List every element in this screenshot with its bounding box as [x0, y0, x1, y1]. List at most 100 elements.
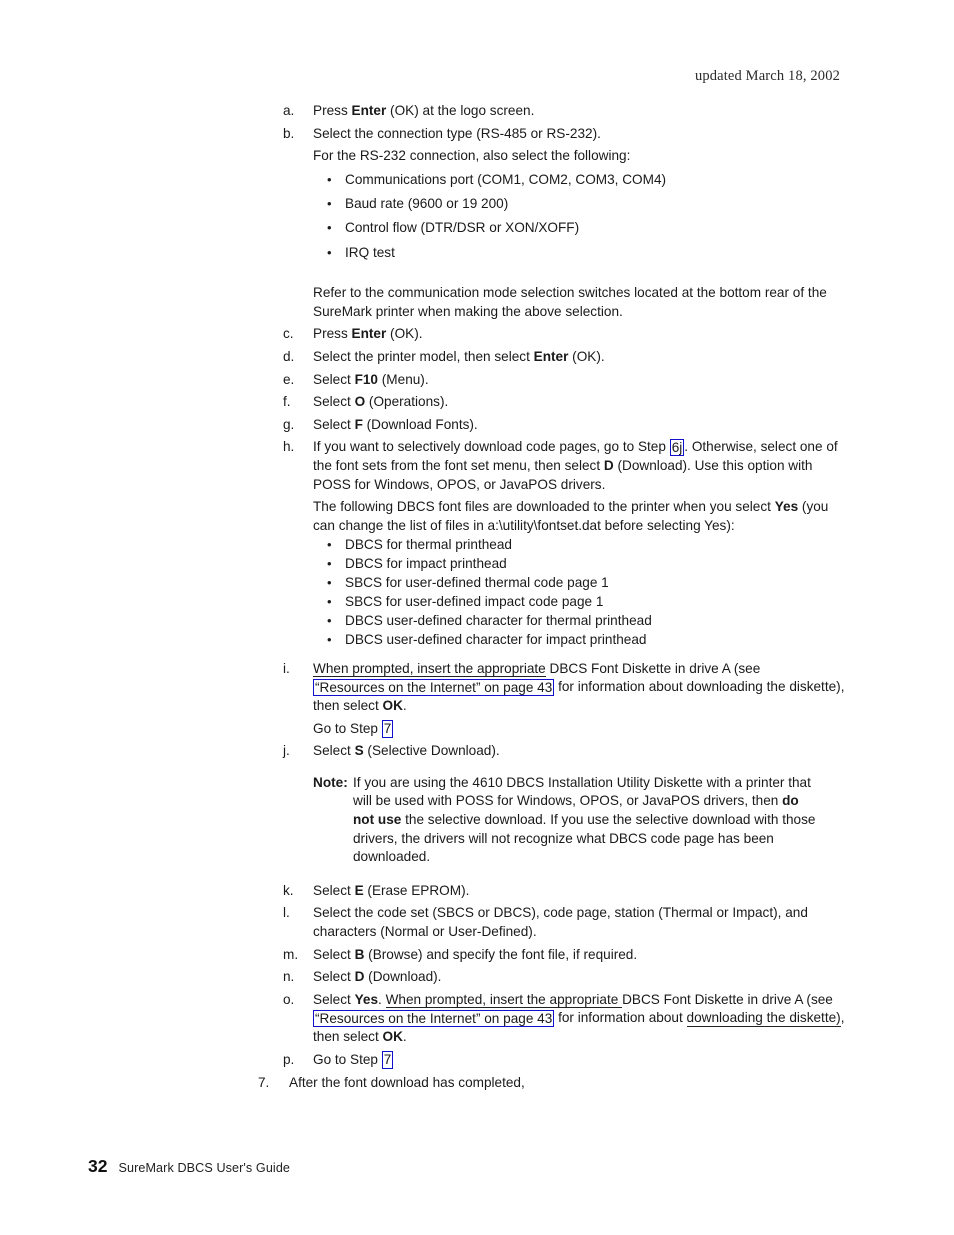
bullet-dot-icon: • — [327, 632, 332, 648]
refer-paragraph: Refer to the communication mode selectio… — [0, 284, 954, 321]
link-step-6j[interactable]: 6j — [669, 438, 685, 457]
text-o-5: for information about — [554, 1010, 687, 1026]
keyword-d-n: D — [354, 969, 365, 985]
list-item-f: f. Select O (Operations). — [0, 393, 954, 412]
bullet-dot-icon: • — [327, 172, 332, 188]
list-item-e-text: Select F10 (Menu). — [313, 371, 850, 390]
list-item-j-text: Select S (Selective Download). — [313, 742, 850, 761]
link-resources-on-the-internet[interactable]: “Resources on the Internet” on page 43 — [313, 1009, 555, 1028]
text-g-1: Select — [313, 416, 355, 432]
list-item-i-goto-text: Go to Step 7 — [313, 720, 394, 739]
markup-underline-annotation: When prompted, insert the appropriate — [385, 991, 623, 1009]
list-marker-o: o. — [283, 991, 295, 1007]
bullet-dot-icon: • — [327, 555, 332, 571]
list-marker-i: i. — [283, 660, 290, 676]
list-marker-n: n. — [283, 969, 295, 985]
text-c-1: Press — [313, 326, 352, 342]
list-marker-f: f. — [283, 394, 291, 410]
list-marker-h: h. — [283, 439, 295, 455]
list-item-7-text: After the font download has completed, — [289, 1074, 525, 1090]
bullet-item: • DBCS for thermal printhead — [0, 536, 954, 555]
bullet-label: DBCS for thermal printhead — [345, 536, 512, 552]
text-o-8: . — [402, 1028, 407, 1044]
text-i-goto-1: Go to Step — [313, 720, 382, 736]
text-n-1: Select — [313, 969, 355, 985]
list-item-j: j. Select S (Selective Download). — [0, 742, 954, 761]
bullet-label: DBCS for impact printhead — [345, 555, 507, 571]
list-item-d-text: Select the printer model, then select En… — [313, 348, 850, 367]
text-k-1: Select — [313, 882, 355, 898]
page-footer: 32 SureMark DBCS User's Guide — [88, 1156, 290, 1177]
bullet-item: • Baud rate (9600 or 19 200) — [0, 195, 954, 214]
note-label: Note: — [313, 774, 348, 790]
text-note-2: the selective download. If you use the s… — [353, 812, 816, 865]
bullet-item: • DBCS user-defined character for therma… — [0, 612, 954, 631]
text-d-2: (OK). — [568, 348, 605, 364]
list-marker-a: a. — [283, 103, 295, 118]
list-item-d: d. Select the printer model, then select… — [0, 348, 954, 367]
text-j-2: (Selective Download). — [363, 743, 500, 759]
bullet-label: Communications port (COM1, COM2, COM3, C… — [345, 172, 667, 188]
text-e-2: (Menu). — [378, 371, 429, 387]
list-item-a: a. Press Enter (OK) at the logo screen. — [0, 102, 954, 121]
list-marker-k: k. — [283, 882, 294, 898]
list-item-l: l. Select the code set (SBCS or DBCS), c… — [0, 904, 954, 941]
bullet-dot-icon: • — [327, 574, 332, 590]
bullet-dot-icon: • — [327, 244, 332, 260]
list-marker-g: g. — [283, 416, 295, 432]
list-marker-m: m. — [283, 946, 299, 962]
text-m-1: Select — [313, 946, 355, 962]
link-step-7-p[interactable]: 7 — [381, 1051, 394, 1069]
list-item-k-text: Select E (Erase EPROM). — [313, 882, 850, 901]
text-m-2: (Browse) and specify the font file, if r… — [364, 946, 638, 962]
keyword-enter-a: Enter — [351, 103, 387, 118]
keyword-s: S — [354, 743, 364, 759]
list-item-c-text: Press Enter (OK). — [313, 325, 850, 344]
bullet-item: • Control flow (DTR/DSR or XON/XOFF) — [0, 219, 954, 238]
keyword-ok-i: OK — [382, 698, 403, 714]
bullet-label: Baud rate (9600 or 19 200) — [345, 196, 509, 212]
bullet-item: • IRQ test — [0, 244, 954, 263]
text-p-1: Go to Step — [313, 1051, 382, 1067]
document-page: updated March 18, 2002 a. Press Enter (O… — [0, 0, 954, 1235]
link-resources-on-the-internet[interactable]: “Resources on the Internet” on page 43 — [313, 678, 555, 697]
bullet-item: • DBCS user-defined character for impact… — [0, 631, 954, 650]
bullet-dot-icon: • — [327, 594, 332, 610]
bullet-label: DBCS user-defined character for impact p… — [345, 632, 647, 648]
list-item-h: h. If you want to selectively download c… — [0, 438, 954, 494]
bullet-dot-icon: • — [327, 220, 332, 236]
list-item-b-continuation-text: For the RS-232 connection, also select t… — [313, 148, 631, 164]
keyword-o: O — [354, 394, 366, 410]
text-a-1: Press — [313, 103, 352, 118]
keyword-ok-o: OK — [382, 1028, 403, 1044]
bullet-label: IRQ test — [345, 244, 395, 260]
bullet-label: DBCS user-defined character for thermal … — [345, 613, 652, 629]
text-i-2: DBCS Font Diskette in drive A (see — [545, 660, 761, 676]
bullet-label: SBCS for user-defined impact code page 1 — [345, 594, 604, 610]
footer-guide-title: SureMark DBCS User's Guide — [118, 1161, 291, 1175]
keyword-enter-c: Enter — [351, 326, 387, 342]
keyword-enter-d: Enter — [533, 348, 569, 364]
markup-underline-annotation: downloading the diskette) — [686, 1010, 841, 1027]
bullet-label: SBCS for user-defined thermal code page … — [345, 574, 609, 590]
page-body: a. Press Enter (OK) at the logo screen. … — [0, 98, 954, 1092]
link-step-7-i[interactable]: 7 — [381, 720, 394, 738]
list-item-i-text: When prompted, insert the appropriate DB… — [313, 660, 850, 716]
list-item-i-goto: Go to Step 7 — [0, 720, 954, 739]
text-h-1: If you want to selectively download code… — [313, 439, 670, 455]
bullet-item: • SBCS for user-defined thermal code pag… — [0, 574, 954, 593]
text-a-2: (OK) at the logo screen. — [386, 103, 535, 118]
keyword-yes-h: Yes — [774, 499, 799, 515]
list-item-c: c. Press Enter (OK). — [0, 325, 954, 344]
text-k-2: (Erase EPROM). — [363, 882, 470, 898]
list-item-m-text: Select B (Browse) and specify the font f… — [313, 946, 850, 965]
text-i-4: . — [402, 698, 407, 714]
list-item-b: b. Select the connection type (RS-485 or… — [0, 125, 954, 144]
bullet-dot-icon: • — [327, 196, 332, 212]
keyword-f: F — [354, 416, 363, 432]
list-item-n: n. Select D (Download). — [0, 968, 954, 987]
list-item-h-continuation-text: The following DBCS font files are downlo… — [313, 498, 850, 535]
list-marker-c: c. — [283, 326, 294, 342]
